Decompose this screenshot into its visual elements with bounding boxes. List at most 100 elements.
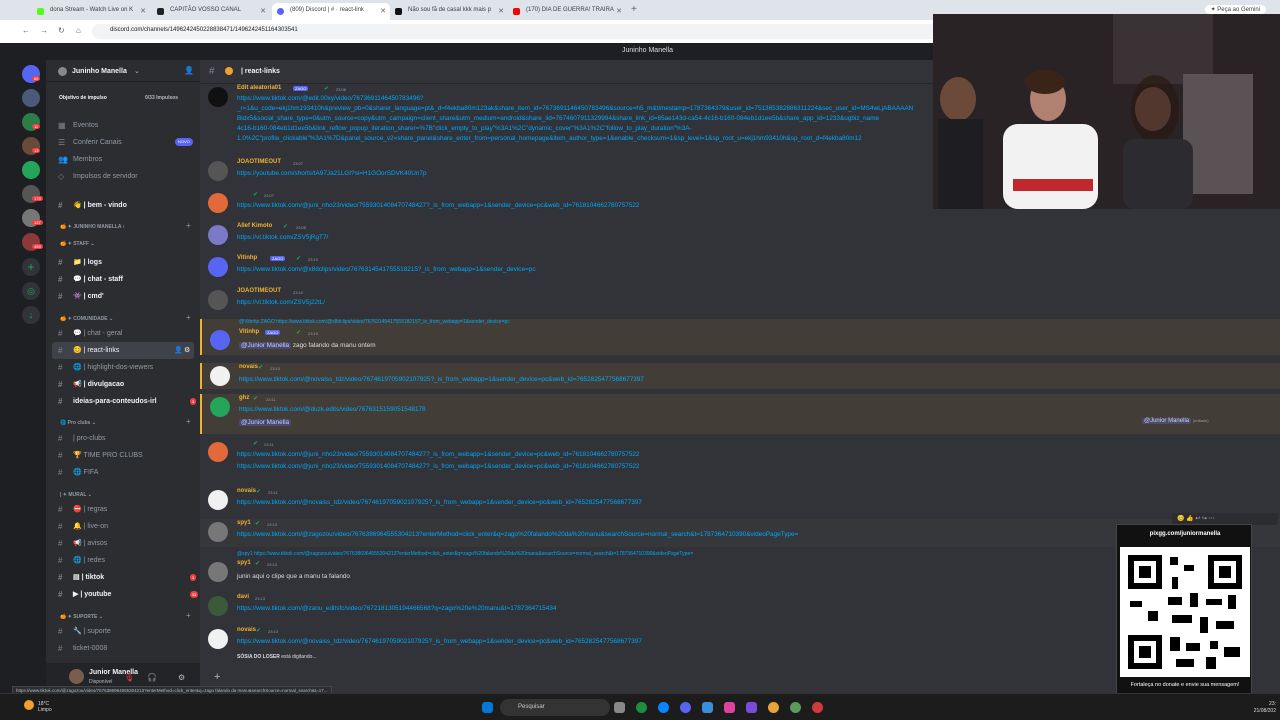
app-icon[interactable] (724, 702, 735, 713)
avatar[interactable] (208, 257, 228, 277)
channel-logs[interactable]: # 📁 | logs (52, 254, 194, 271)
reply-icon[interactable]: ↩ (1195, 516, 1200, 522)
message-link[interactable]: https://www.tiktok.com/@juni_nho23/video… (237, 451, 639, 458)
message-author[interactable]: novais (237, 488, 256, 494)
channel-youtube[interactable]: # ▶ | youtube 11 (52, 586, 199, 603)
chrome-icon[interactable] (768, 702, 779, 713)
avatar[interactable] (208, 562, 228, 582)
sidebar-item-browse[interactable]: ☰ Conferir Canais NOVO (52, 134, 194, 151)
channel-highlight[interactable]: # 🌐 | highlight-dos-viewers (52, 359, 194, 376)
message-link[interactable]: https://www.tiktok.com/@x8dclips/video/7… (237, 266, 536, 273)
avatar[interactable] (208, 193, 228, 213)
browser-tab-tiktok[interactable]: Não sou fã de casal kkk mais p ✕ (390, 3, 508, 20)
system-clock[interactable]: 23: 21/08/202 (1254, 701, 1276, 715)
weather-widget[interactable]: 18°C Limpo (38, 701, 52, 713)
channel-live-on[interactable]: # 🔔 | live-on (52, 518, 194, 535)
avatar[interactable] (208, 490, 228, 510)
user-mention[interactable]: @Junior Manella (239, 342, 292, 349)
channel-tiktok[interactable]: # ▤ | tiktok 1 (52, 569, 197, 586)
explore-icon[interactable]: ◎ (22, 282, 40, 300)
message-author[interactable]: Vitinhp (239, 329, 259, 335)
avatar[interactable] (208, 290, 228, 310)
message-link[interactable]: 4c16-b160-084eb1d1ee5b&link_reflow_popup… (237, 125, 692, 132)
avatar[interactable] (208, 161, 228, 181)
obs-icon[interactable] (812, 702, 823, 713)
channel-react-links[interactable]: # 😊 | react-links 👤 ⚙ (52, 342, 194, 359)
windows-start-icon[interactable] (482, 702, 493, 713)
gear-icon[interactable]: ⚙ (178, 673, 185, 682)
avatar[interactable] (208, 522, 228, 542)
channel-ideias[interactable]: # ideias-para-conteudos-irl 1 (52, 393, 197, 410)
category-pro-clubs[interactable]: 🌐 Pro clubs ⌄ (60, 420, 96, 426)
channel-chat-geral[interactable]: # 💬 | chat - geral (52, 325, 194, 342)
like-icon[interactable]: 👍 (1186, 516, 1193, 522)
channel-divulgacao[interactable]: # 📢 | divulgacao (52, 376, 194, 393)
edge-icon[interactable] (658, 702, 669, 713)
message-author[interactable]: spy1 (237, 560, 251, 566)
message-link[interactable]: Bidx5&social_share_type=0&utm_source=cop… (237, 115, 879, 122)
category-mural[interactable]: | ✦ MURAL ⌄ (60, 492, 92, 498)
avatar[interactable] (208, 596, 228, 616)
category-juninho[interactable]: 🍊 ✦ JUNINHO MANELLA › (60, 224, 124, 230)
add-attachment-icon[interactable]: + (214, 671, 220, 683)
add-channel-icon[interactable]: + (186, 221, 191, 230)
message-link[interactable]: https://www.tiktok.com/@zagozou/video/76… (237, 531, 798, 538)
sidebar-item-members[interactable]: 👥 Membros (52, 151, 194, 168)
message-author[interactable]: JOAOTIMEOUT (237, 159, 281, 165)
channel-ticket[interactable]: # ticket-0008 (52, 640, 194, 657)
browser-tab-youtube[interactable]: (170) DIA DE GUERRA! TRAIRA ✕ (508, 3, 626, 20)
avatar[interactable] (208, 629, 228, 649)
avatar[interactable] (210, 397, 230, 417)
close-tab-icon[interactable]: ✕ (616, 7, 622, 15)
url-field[interactable]: discord.com/channels/1496242450228838471… (92, 24, 942, 39)
channel-avisos[interactable]: # 📢 | avisos (52, 535, 194, 552)
xbox-icon[interactable] (636, 702, 647, 713)
avatar[interactable] (208, 87, 228, 107)
server-header[interactable]: Juninho Manella ⌄ 👤 (46, 60, 200, 82)
sidebar-item-events[interactable]: ▦ Eventos (52, 117, 194, 134)
message-link[interactable]: https://www.tiktok.com/@juni_nho23/video… (237, 463, 639, 470)
message-author[interactable]: JOAOTIMEOUT (237, 288, 281, 294)
mic-muted-icon[interactable]: 🎙 (124, 673, 134, 682)
discord-icon[interactable] (680, 702, 691, 713)
add-channel-icon[interactable]: + (186, 313, 191, 322)
forward-icon[interactable]: → (40, 26, 48, 35)
task-view-icon[interactable] (614, 702, 625, 713)
gear-icon[interactable]: ⚙ (184, 342, 190, 359)
avatar[interactable] (69, 669, 84, 684)
message-link[interactable]: https://youtube.com/shorts/tA97Ja21LGI?s… (237, 170, 427, 177)
sidebar-item-boosts[interactable]: ◇ Impulsos de servidor (52, 168, 194, 185)
message-link[interactable]: https://www.tiktok.com/@novaiss_tdz/vide… (237, 499, 642, 506)
message-link[interactable]: https://www.tiktok.com/@novaiss_tdz/vide… (239, 376, 644, 383)
reply-preview[interactable]: @Vitinhp ZAGO https://www.tiktok.com/@x8… (239, 319, 510, 325)
avatar[interactable] (208, 442, 228, 462)
deafened-icon[interactable]: 🎧 (147, 673, 157, 682)
reply-preview[interactable]: @spy1 https://www.tiktok.com/@zagozou/vi… (237, 551, 693, 557)
close-tab-icon[interactable]: ✕ (140, 7, 146, 15)
store-icon[interactable] (702, 702, 713, 713)
avatar[interactable] (210, 366, 230, 386)
browser-tab-discord[interactable]: (809) Discord | # · react-link ✕ (272, 3, 390, 20)
message-author[interactable]: novais (237, 627, 256, 633)
message-link[interactable]: https://www.tiktok.com/@juni_nho23/video… (237, 202, 639, 209)
message-link[interactable]: 1.0%2C"profile_clickable"%3A1%7D&panel_s… (237, 135, 862, 142)
channel-pro-clubs[interactable]: # | pro-clubs (52, 430, 194, 447)
channel-bem-vindo[interactable]: # 👋 | bem - vindo (52, 197, 194, 214)
boost-goal[interactable]: Objetivo de impulso 0/33 Impulsos (46, 91, 200, 107)
more-icon[interactable]: ⋯ (1209, 516, 1215, 522)
chrome-icon[interactable] (790, 702, 801, 713)
message-author[interactable]: Vitinhp (237, 255, 257, 261)
browser-tab-capitao[interactable]: CAPITÃO VOSSO CANAL ✕ (152, 3, 270, 20)
server-icon[interactable] (22, 89, 40, 107)
invite-icon[interactable]: 👤 (174, 342, 183, 359)
add-member-icon[interactable]: 👤 (184, 66, 194, 75)
message-composer[interactable]: + (200, 669, 1120, 693)
category-suporte[interactable]: 🍊 ✦ SUPORTE ⌄ (60, 614, 103, 620)
close-tab-icon[interactable]: ✕ (498, 7, 504, 15)
new-tab-button[interactable]: + (631, 4, 637, 15)
close-tab-icon[interactable]: ✕ (380, 7, 386, 15)
message-link[interactable]: _r=1&u_code=ekj1hm193410h&preview_pb=0&s… (237, 105, 913, 112)
message-link[interactable]: https://www.tiktok.com/@novaiss_tdz/vide… (237, 638, 642, 645)
channel-fifa[interactable]: # 🌐 FIFA (52, 464, 194, 481)
download-icon[interactable]: ↓ (22, 306, 40, 324)
